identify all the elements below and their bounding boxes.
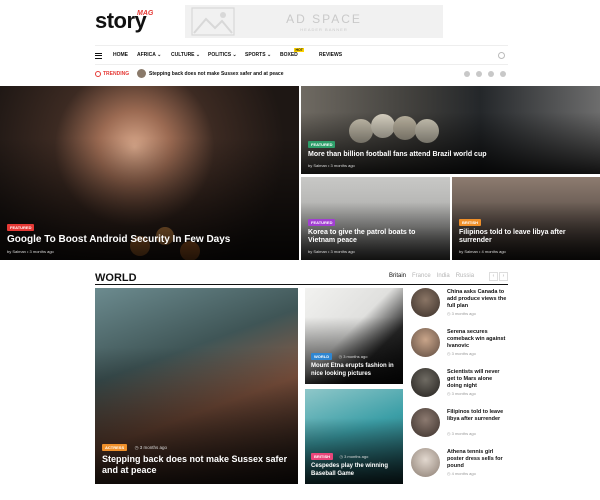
main-nav: HOME AFRICA ⌄ CULTURE ⌄ POLITICS ⌄ SPORT… [95, 45, 508, 65]
category-badge[interactable]: BRITISH [459, 218, 481, 226]
chevron-down-icon: ⌄ [266, 52, 272, 58]
category-badge[interactable]: FEATURED [308, 218, 336, 226]
post-date: ◷ 3 months ago [447, 311, 476, 316]
post-title[interactable]: Google To Boost Android Security In Few … [7, 234, 293, 247]
clock-icon: ◷ [338, 354, 343, 359]
tab-britain[interactable]: Britain [389, 273, 406, 279]
post-title[interactable]: Mount Etna erupts fashion in nice lookin… [311, 363, 397, 378]
list-item[interactable]: Scientists will never get to Mars alone … [411, 368, 508, 400]
nav-item-reviews[interactable]: REVIEWS [319, 52, 342, 58]
post-date: ◷ 3 months ago [134, 444, 168, 450]
trending-thumb[interactable] [137, 69, 146, 78]
world-main[interactable]: ACTRESS ◷ 3 months ago Stepping back doe… [95, 288, 298, 484]
post-title[interactable]: China asks Canada to add produce views t… [447, 289, 508, 310]
tab-india[interactable]: India [437, 273, 450, 279]
hero-top-right[interactable]: FEATURED More than billion football fans… [301, 86, 600, 174]
list-item[interactable]: China asks Canada to add produce views t… [411, 288, 508, 320]
post-title[interactable]: Serena secures comeback win against Ivan… [447, 329, 508, 350]
post-title[interactable]: Stepping back does not make Sussex safer… [102, 454, 292, 477]
instagram-icon[interactable] [488, 71, 494, 77]
post-date: 3 months ago [29, 249, 54, 254]
post-date: ◷ 3 months ago [447, 431, 476, 436]
post-title[interactable]: Filipinos told to leave libya after surr… [459, 229, 594, 247]
search-icon[interactable] [498, 52, 505, 59]
post-date: 3 months ago [330, 249, 355, 254]
nav-item-africa[interactable]: AFRICA ⌄ [137, 52, 161, 58]
menu-icon[interactable] [95, 53, 102, 59]
site-logo[interactable]: story MAG [95, 8, 153, 34]
post-title[interactable]: Athena tennis girl poster dress sells fo… [447, 449, 508, 470]
chevron-down-icon: ⌄ [195, 52, 201, 58]
trending-icon [95, 71, 101, 77]
post-title[interactable]: Filipinos told to leave libya after surr… [447, 409, 508, 423]
post-date: ◷ 3 months ago [339, 454, 369, 459]
trending-headline[interactable]: Stepping back does not make Sussex safer… [149, 71, 284, 77]
hot-badge: HOT [294, 48, 305, 52]
author[interactable]: by Salman [308, 249, 327, 254]
hero-main[interactable]: FEATURED Google To Boost Android Securit… [0, 86, 299, 260]
post-title[interactable]: Scientists will never get to Mars alone … [447, 369, 508, 390]
world-mid-bottom[interactable]: BRITISH ◷ 3 months ago Cespedes play the… [305, 389, 403, 484]
tab-russia[interactable]: Russia [456, 273, 474, 279]
facebook-icon[interactable] [476, 71, 482, 77]
world-mid-top[interactable]: WORLD ◷ 3 months ago Mount Etna erupts f… [305, 288, 403, 384]
clock-icon: ◷ [134, 444, 139, 450]
nav-item-politics[interactable]: POLITICS ⌄ [208, 52, 237, 58]
trending-bar: TRENDING Stepping back does not make Sus… [95, 69, 508, 81]
world-tabs: Britain France India Russia [389, 273, 480, 279]
post-date: ◷ 4 months ago [447, 471, 476, 476]
post-date: ◷ 3 months ago [447, 391, 476, 396]
author[interactable]: by Salman [308, 163, 327, 168]
ad-banner[interactable]: AD SPACE HEADER BANNER [185, 5, 443, 38]
category-badge[interactable]: BRITISH [311, 453, 333, 460]
post-title[interactable]: More than billion football fans attend B… [308, 151, 594, 160]
post-thumb[interactable] [411, 288, 440, 317]
nav-item-boxed[interactable]: BOXED HOT [280, 48, 305, 58]
post-date: 3 months ago [330, 163, 355, 168]
category-badge[interactable]: ACTRESS [102, 443, 128, 451]
post-thumb[interactable] [411, 408, 440, 437]
nav-item-home[interactable]: HOME [113, 52, 128, 58]
list-item[interactable]: Filipinos told to leave libya after surr… [411, 408, 508, 440]
category-badge[interactable]: FEATURED [7, 223, 35, 231]
hero-bottom-left[interactable]: FEATURED Korea to give the patrol boats … [301, 177, 450, 260]
post-thumb[interactable] [411, 328, 440, 357]
post-thumb[interactable] [411, 368, 440, 397]
category-badge[interactable]: WORLD [311, 353, 333, 360]
twitter-icon[interactable] [464, 71, 470, 77]
section-divider [95, 284, 508, 285]
post-date: ◷ 3 months ago [338, 354, 368, 359]
list-item[interactable]: Serena secures comeback win against Ivan… [411, 328, 508, 360]
post-date: 4 months ago [481, 249, 506, 254]
hero-bottom-right[interactable]: BRITISH Filipinos told to leave libya af… [452, 177, 600, 260]
ad-subtitle: HEADER BANNER [300, 27, 348, 32]
list-item[interactable]: Athena tennis girl poster dress sells fo… [411, 448, 508, 480]
chevron-down-icon: ⌄ [157, 52, 162, 58]
post-date: ◷ 3 months ago [447, 351, 476, 356]
category-badge[interactable]: FEATURED [308, 141, 336, 149]
clock-icon: ◷ [339, 454, 343, 459]
author[interactable]: by Salman [7, 249, 26, 254]
trending-label: TRENDING [103, 71, 130, 77]
section-title: WORLD [95, 272, 137, 284]
ad-title: AD SPACE [286, 12, 362, 26]
post-thumb[interactable] [411, 448, 440, 477]
chevron-left-icon[interactable]: ‹ [489, 272, 498, 281]
post-title[interactable]: Cespedes play the winning Baseball Game [311, 463, 397, 478]
nav-item-culture[interactable]: CULTURE ⌄ [171, 52, 200, 58]
chevron-right-icon[interactable]: › [499, 272, 508, 281]
post-title[interactable]: Korea to give the patrol boats to Vietna… [308, 229, 444, 247]
chevron-down-icon: ⌄ [232, 52, 237, 58]
author[interactable]: by Salman [459, 249, 478, 254]
tab-france[interactable]: France [412, 273, 431, 279]
pinterest-icon[interactable] [500, 71, 506, 77]
pager: ‹ › [489, 272, 508, 281]
logo-tag: MAG [137, 10, 154, 17]
nav-item-sports[interactable]: SPORTS ⌄ [245, 52, 271, 58]
